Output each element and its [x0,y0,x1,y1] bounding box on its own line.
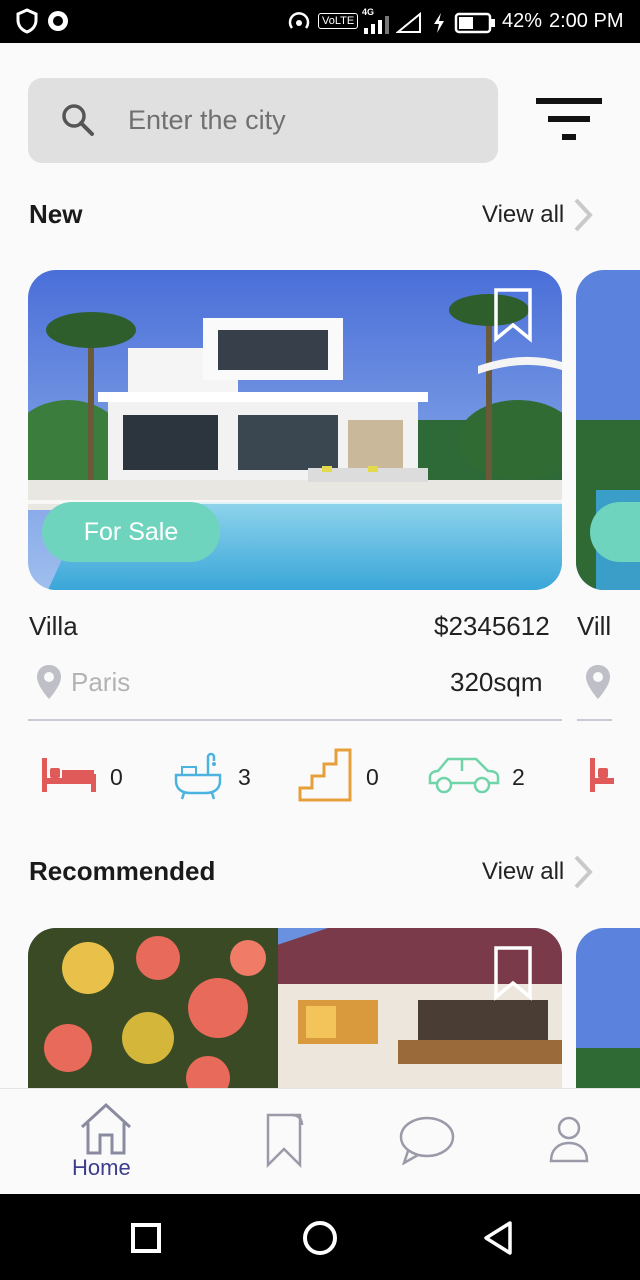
record-icon [48,11,68,31]
recents-button[interactable] [130,1222,162,1254]
listing-type-2: Vill [577,611,612,641]
car-icon [428,757,500,794]
bathrooms-count: 3 [238,764,251,790]
status-badge: For Sale [42,502,220,562]
home-button[interactable] [302,1220,338,1256]
battery-percent: 42% [502,10,543,32]
chevron-right-icon [574,855,594,889]
nav-profile[interactable] [535,1089,605,1195]
charging-icon [434,13,444,33]
saved-icon [266,1113,304,1169]
listing-location: Paris [71,667,131,697]
chevron-right-icon [574,198,594,232]
parking-count: 2 [512,764,525,790]
bookmark-icon[interactable] [493,287,533,343]
home-icon [80,1102,132,1155]
view-all-label: View all [482,858,565,885]
bed-icon [42,758,96,792]
nav-messages[interactable] [392,1089,462,1195]
listing-type: Villa [29,611,78,641]
search-icon [62,104,94,136]
battery-icon [454,12,495,34]
bookmark-icon[interactable] [493,945,533,1001]
section-title-new: New [29,199,83,229]
hotspot-icon [288,12,310,29]
location-pin-icon-2 [586,665,610,699]
profile-icon [549,1116,589,1163]
bottom-nav: Home [0,1088,640,1194]
location-pin-icon [37,665,61,699]
nav-home[interactable]: Home [60,1089,155,1195]
chat-icon [399,1116,455,1165]
stairs-icon [298,748,352,802]
floors-count: 0 [366,764,379,790]
shield-icon [16,8,38,34]
clock: 2:00 PM [549,10,624,32]
view-all-recommended[interactable]: View all [482,855,594,889]
bathtub-icon [174,752,222,800]
volte-label: VoLTE [318,13,359,29]
card-divider [28,719,562,721]
filter-icon[interactable] [534,96,604,146]
listing-price: $2345612 [434,611,550,641]
section-title-recommended: Recommended [29,856,216,886]
nav-saved[interactable] [250,1089,320,1195]
system-nav-bar [0,1194,640,1280]
card-divider-2 [577,719,612,721]
back-button[interactable] [482,1220,514,1256]
listing-area: 320sqm [450,667,543,697]
status-bar: VoLTE 4G 42% 2:00 PM [0,0,640,43]
nav-home-label: Home [72,1155,131,1180]
view-all-label: View all [482,201,565,228]
search-box[interactable] [28,78,498,163]
search-input[interactable] [128,98,468,143]
bedrooms-count: 0 [110,764,123,790]
signal-icon [364,16,389,34]
signal-icon-2 [396,12,421,33]
view-all-new[interactable]: View all [482,198,594,232]
bed-icon-2 [590,758,614,792]
